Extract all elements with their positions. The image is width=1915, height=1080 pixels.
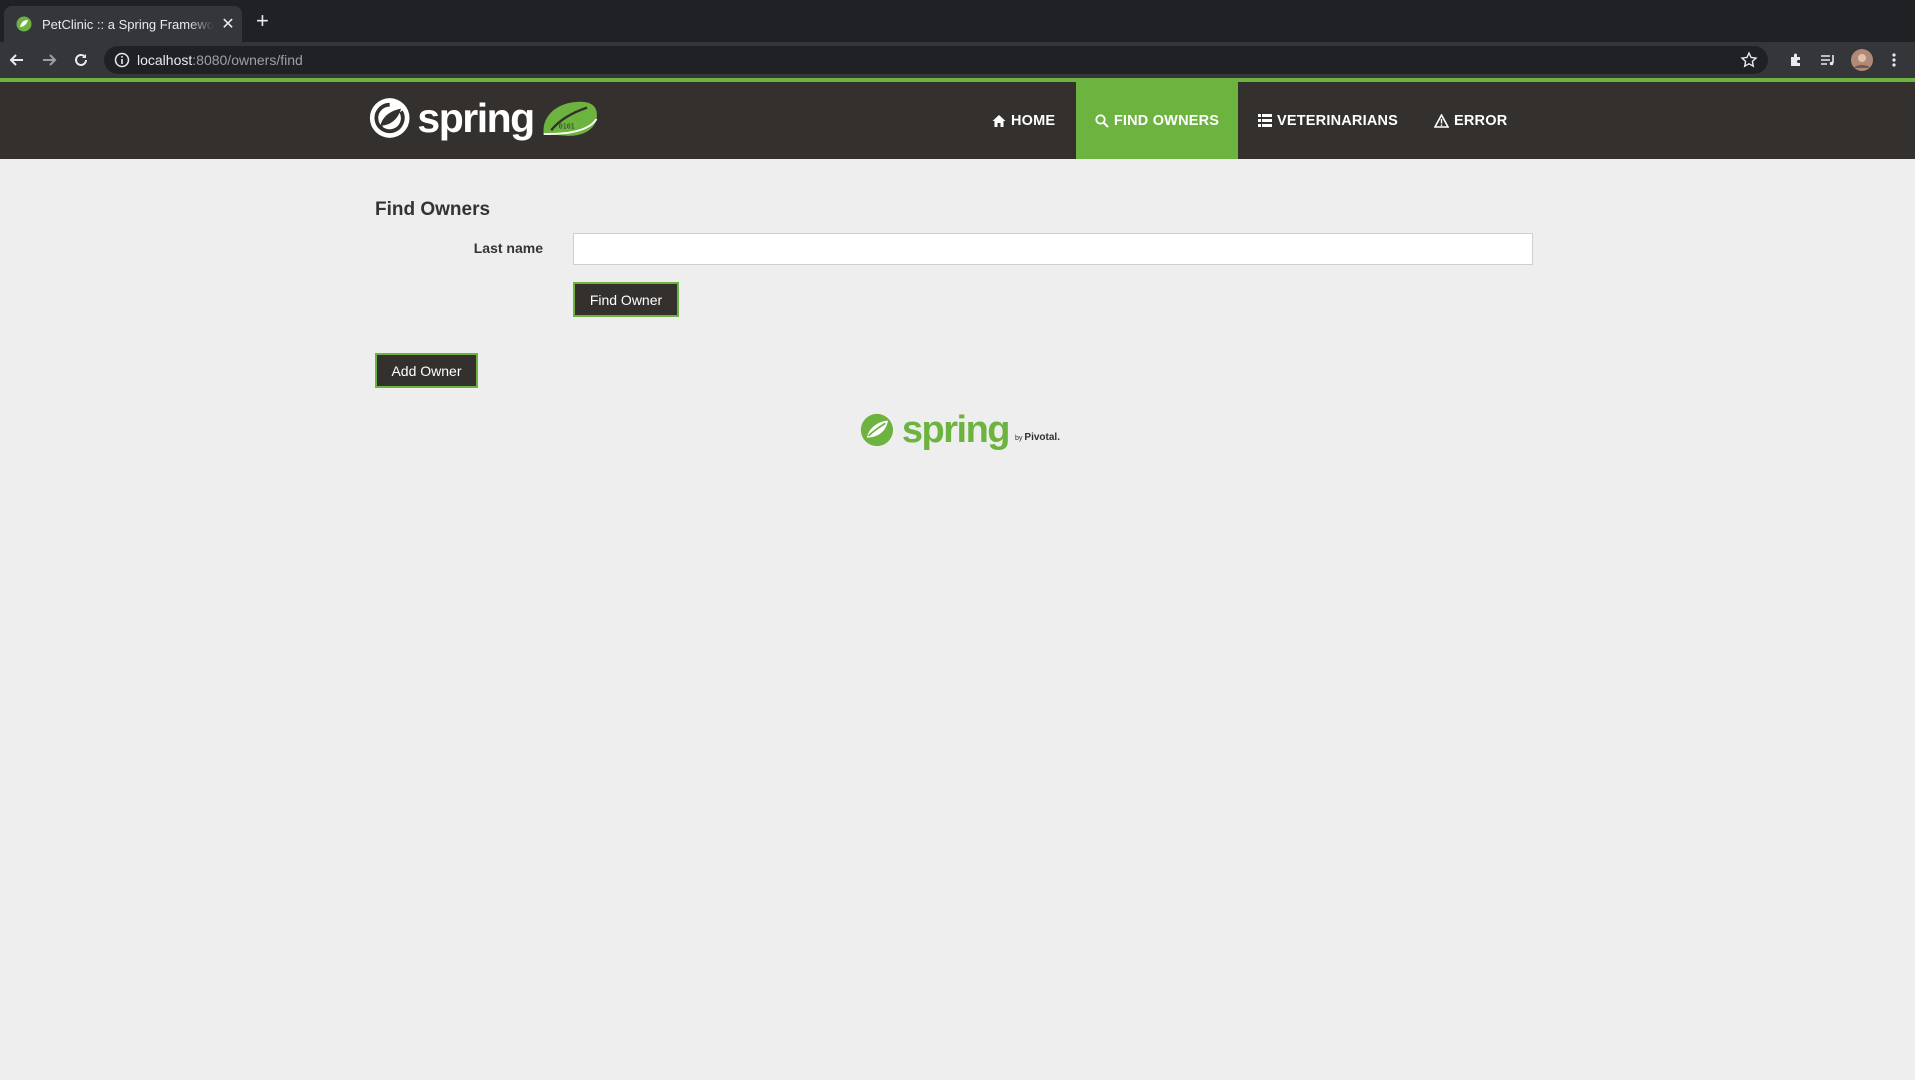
search-icon bbox=[1095, 113, 1109, 128]
last-name-input[interactable] bbox=[573, 233, 1533, 265]
media-queue-icon[interactable] bbox=[1818, 50, 1838, 70]
nav-find-owners-label: FIND OWNERS bbox=[1113, 112, 1220, 129]
list-icon bbox=[1258, 114, 1272, 127]
browser-tab[interactable]: PetClinic :: a Spring Framework demonstr… bbox=[4, 6, 242, 42]
brand-text: spring bbox=[417, 94, 535, 141]
reload-icon[interactable] bbox=[71, 50, 91, 70]
bookmark-star-icon[interactable] bbox=[1740, 51, 1758, 69]
site-info-icon[interactable] bbox=[114, 52, 130, 68]
app-navbar: spring 0101 HOME FIND OWNERS VETERINARIA… bbox=[0, 82, 1915, 159]
svg-text:0101: 0101 bbox=[558, 122, 574, 130]
page-title: Find Owners bbox=[375, 199, 491, 220]
warning-icon bbox=[1434, 113, 1449, 128]
tab-close-icon[interactable]: ✕ bbox=[220, 14, 236, 34]
footer-vendor-text: Pivotal. bbox=[1024, 431, 1060, 443]
extensions-puzzle-icon[interactable] bbox=[1786, 50, 1806, 70]
address-bar[interactable]: localhost:8080/owners/find bbox=[104, 46, 1768, 74]
profile-avatar[interactable] bbox=[1851, 49, 1873, 71]
back-icon[interactable] bbox=[7, 50, 27, 70]
nav-veterinarians[interactable]: VETERINARIANS bbox=[1258, 82, 1398, 159]
browser-tabstrip: PetClinic :: a Spring Framework demonstr… bbox=[0, 0, 1915, 42]
tab-title: PetClinic :: a Spring Framework demonstr… bbox=[42, 16, 214, 32]
spring-leaf-icon bbox=[860, 413, 894, 447]
nav-home-label: HOME bbox=[1011, 112, 1056, 129]
browser-toolbar: localhost:8080/owners/find bbox=[0, 42, 1915, 78]
nav-find-owners[interactable]: FIND OWNERS bbox=[1076, 82, 1238, 159]
spring-power-icon bbox=[369, 98, 410, 138]
footer-logo: spring by Pivotal. bbox=[860, 407, 1060, 453]
petclinic-leaf-icon: 0101 bbox=[543, 101, 598, 136]
new-tab-icon[interactable]: + bbox=[256, 10, 269, 32]
add-owner-button[interactable]: Add Owner bbox=[375, 353, 478, 388]
footer-brand-text: spring bbox=[901, 409, 1011, 451]
url-text[interactable]: localhost:8080/owners/find bbox=[137, 52, 303, 68]
url-host: localhost bbox=[137, 52, 193, 68]
last-name-label: Last name bbox=[473, 240, 543, 256]
url-path: :8080/owners/find bbox=[192, 52, 303, 68]
footer-by-text: by bbox=[1015, 434, 1023, 442]
forward-icon[interactable] bbox=[39, 50, 59, 70]
nav-veterinarians-label: VETERINARIANS bbox=[1277, 112, 1399, 129]
brand-logo[interactable]: spring 0101 bbox=[368, 92, 600, 144]
spring-leaf-favicon-icon bbox=[16, 16, 32, 32]
nav-error-label: ERROR bbox=[1454, 112, 1508, 129]
nav-error[interactable]: ERROR bbox=[1434, 82, 1507, 159]
footer-vendor: by Pivotal. bbox=[1015, 432, 1060, 443]
home-icon bbox=[992, 114, 1006, 127]
find-owner-button[interactable]: Find Owner bbox=[573, 282, 679, 317]
nav-home[interactable]: HOME bbox=[992, 82, 1075, 159]
browser-menu-icon[interactable] bbox=[1884, 50, 1904, 70]
